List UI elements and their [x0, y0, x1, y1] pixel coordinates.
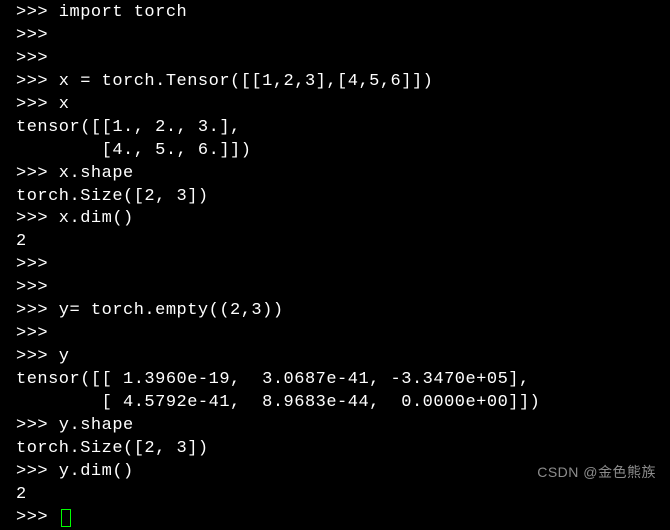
terminal-line: 2: [16, 484, 670, 507]
terminal-line: >>> y.shape: [16, 415, 670, 438]
terminal-line: [ 4.5792e-41, 8.9683e-44, 0.0000e+00]]): [16, 392, 670, 415]
terminal-line: >>> y= torch.empty((2,3)): [16, 300, 670, 323]
terminal-line: >>>: [16, 25, 670, 48]
terminal-line: tensor([[ 1.3960e-19, 3.0687e-41, -3.347…: [16, 369, 670, 392]
terminal-line: [4., 5., 6.]]): [16, 140, 670, 163]
terminal-line: >>> x.dim(): [16, 208, 670, 231]
terminal-line: tensor([[1., 2., 3.],: [16, 117, 670, 140]
terminal-line: >>> x = torch.Tensor([[1,2,3],[4,5,6]]): [16, 71, 670, 94]
terminal-output[interactable]: >>> import torch>>>>>>>>> x = torch.Tens…: [16, 2, 670, 530]
terminal-line: >>> import torch: [16, 2, 670, 25]
terminal-line: >>>: [16, 277, 670, 300]
watermark-text: CSDN @金色熊族: [537, 463, 656, 482]
terminal-line: >>> y: [16, 346, 670, 369]
terminal-line: >>> x: [16, 94, 670, 117]
terminal-line: >>>: [16, 254, 670, 277]
terminal-line: >>>: [16, 48, 670, 71]
terminal-line: torch.Size([2, 3]): [16, 438, 670, 461]
terminal-line: >>>: [16, 323, 670, 346]
terminal-line: >>>: [16, 507, 670, 530]
cursor-icon: [61, 509, 71, 527]
terminal-line: >>> x.shape: [16, 163, 670, 186]
terminal-line: torch.Size([2, 3]): [16, 186, 670, 209]
terminal-line: 2: [16, 231, 670, 254]
